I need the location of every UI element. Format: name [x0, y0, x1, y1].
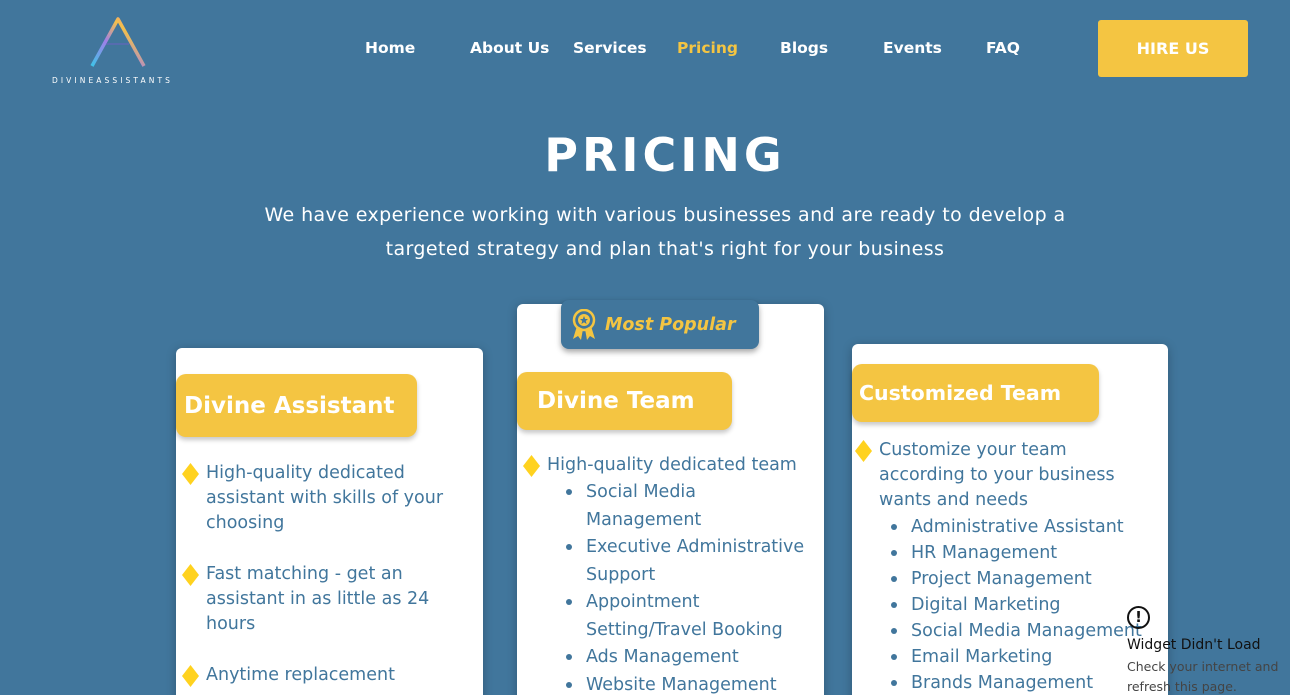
feature-line: hours: [206, 614, 256, 634]
feature-line: choosing: [206, 513, 285, 533]
plan-feature: Anytime replacement: [182, 663, 466, 688]
warning-icon: !: [1127, 606, 1150, 629]
site-logo[interactable]: DIVINEASSISTANTS: [52, 16, 184, 88]
logo-text: DIVINEASSISTANTS: [52, 76, 173, 85]
plan-card-customized-team: Customized Team Customize your team acco…: [852, 344, 1168, 695]
logo-triangle-icon: [90, 17, 146, 67]
nav-pricing[interactable]: Pricing: [677, 39, 738, 57]
badge-label: Most Popular: [605, 314, 736, 335]
widget-error-title: Widget Didn't Load: [1127, 637, 1261, 653]
list-item-line: Project Management: [911, 569, 1092, 589]
list-item: Project Management: [891, 566, 1171, 592]
subtitle-line: targeted strategy and plan that's right …: [385, 238, 945, 260]
widget-error-message: Check your internet and refresh this pag…: [1127, 659, 1279, 694]
diamond-bullet-icon: [182, 564, 199, 586]
list-item: Ads Management: [566, 644, 821, 672]
plan-title: Divine Assistant: [176, 374, 417, 437]
list-item: Executive Administrative Support: [566, 534, 821, 589]
list-item-line: Executive Administrative: [586, 537, 805, 557]
list-item: Appointment Setting/Travel Booking: [566, 589, 821, 644]
list-item: HR Management: [891, 540, 1171, 566]
nav-home[interactable]: Home: [365, 39, 415, 57]
list-item-line: Website Management: [586, 674, 777, 695]
award-ribbon-icon: [572, 308, 596, 340]
page-title: PRICING: [544, 128, 786, 182]
subtitle-line: We have experience working with various …: [264, 204, 1066, 226]
feature-line: Anytime replacement: [206, 665, 395, 685]
pricing-page: DIVINEASSISTANTS Home About Us Services …: [0, 0, 1290, 695]
hire-us-button[interactable]: HIRE US: [1098, 20, 1248, 77]
diamond-bullet-icon: [182, 665, 199, 687]
plan-feature: High-quality dedicated assistant with sk…: [182, 461, 466, 536]
plan-title: Customized Team: [852, 364, 1099, 422]
feature-line: Fast matching - get an: [206, 564, 403, 584]
nav-services[interactable]: Services: [573, 39, 647, 57]
diamond-bullet-icon: [855, 440, 872, 462]
list-item: Social Media Management: [566, 479, 821, 534]
list-item-line: HR Management: [911, 543, 1058, 563]
list-item-line: Management: [586, 509, 702, 530]
list-item: Website Management: [566, 672, 821, 695]
widget-error-notice: ! Widget Didn't Load Check your internet…: [1127, 606, 1290, 695]
nav-about-us[interactable]: About Us: [470, 39, 549, 57]
list-item-line: Social Media: [586, 482, 697, 502]
plan-title: Divine Team: [517, 372, 732, 430]
diamond-bullet-icon: [523, 455, 540, 477]
plan-feature: Customize your team according to your bu…: [855, 438, 1164, 513]
diamond-bullet-icon: [182, 463, 199, 485]
list-item-line: Setting/Travel Booking: [586, 619, 783, 640]
plan-card-divine-assistant: Divine Assistant High-quality dedicated …: [176, 348, 483, 695]
plan-sub-list: Social Media Management Executive Admini…: [566, 479, 821, 695]
feature-line: according to your business: [879, 465, 1115, 485]
feature-line: assistant in as little as 24: [206, 589, 430, 609]
nav-events[interactable]: Events: [883, 39, 942, 57]
page-subtitle: We have experience working with various …: [215, 198, 1115, 266]
plan-card-divine-team: Most Popular Divine Team High-quality de…: [517, 300, 824, 695]
list-item: Administrative Assistant: [891, 514, 1171, 540]
feature-line: High-quality dedicated team: [547, 455, 797, 475]
list-item-line: Support: [586, 564, 656, 585]
plan-feature: Fast matching - get an assistant in as l…: [182, 562, 466, 637]
feature-line: wants and needs: [879, 490, 1029, 510]
most-popular-badge: Most Popular: [561, 300, 759, 349]
list-item-line: Ads Management: [586, 647, 739, 667]
feature-line: assistant with skills of your: [206, 488, 444, 508]
list-item-line: Appointment: [586, 592, 700, 612]
feature-line: High-quality dedicated: [206, 463, 405, 483]
list-item-line: Administrative Assistant: [911, 517, 1124, 537]
feature-line: Customize your team: [879, 440, 1067, 460]
nav-blogs[interactable]: Blogs: [780, 39, 828, 57]
nav-faq[interactable]: FAQ: [986, 39, 1020, 57]
plan-feature: High-quality dedicated team: [523, 453, 817, 478]
